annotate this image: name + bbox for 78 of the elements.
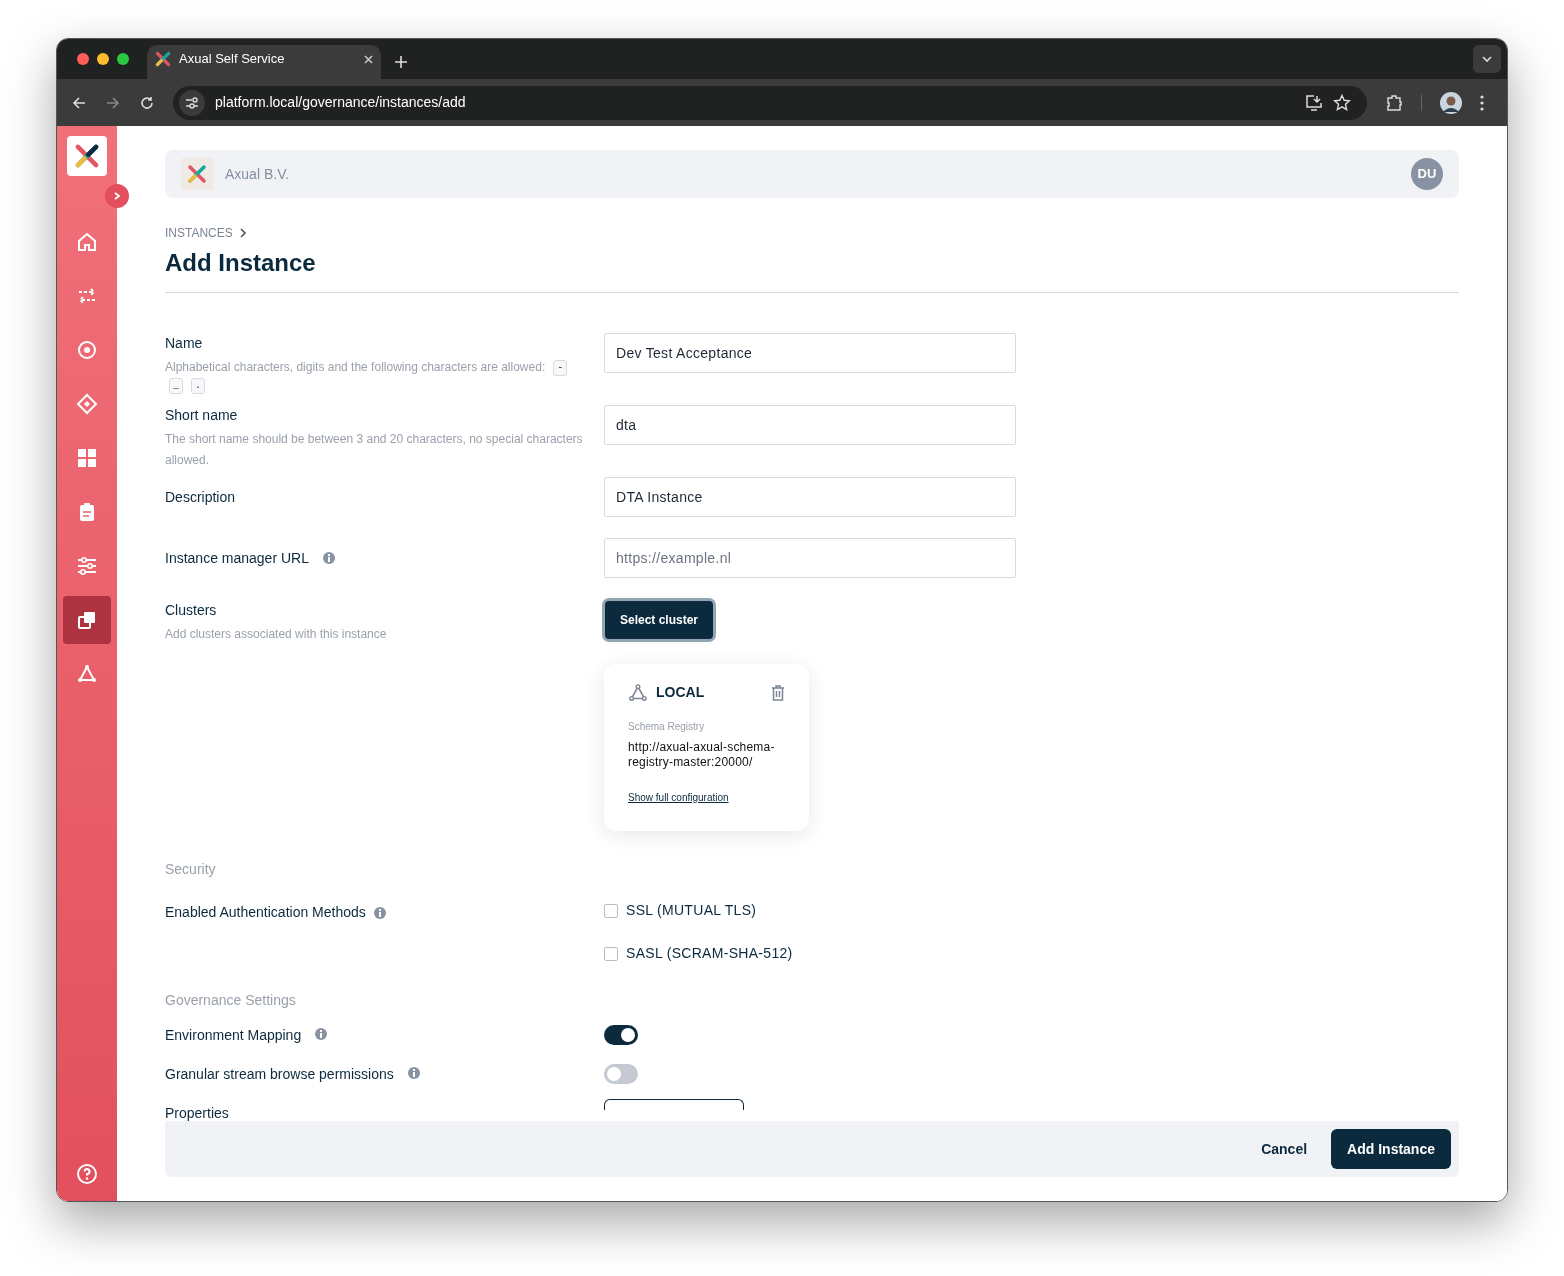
field-label: Description (165, 487, 236, 507)
maximize-window-icon[interactable] (117, 53, 129, 65)
show-configuration-link[interactable]: Show full configuration (628, 790, 729, 805)
organization-logo (181, 158, 213, 190)
address-bar[interactable]: platform.local/governance/instances/add (173, 85, 1367, 120)
field-label: Properties (165, 1105, 230, 1121)
site-settings-icon[interactable] (179, 89, 205, 116)
sidebar-item[interactable] (63, 596, 111, 644)
section-title: Security (165, 860, 217, 879)
target-icon (76, 339, 98, 361)
delete-icon[interactable] (771, 684, 785, 701)
input-field[interactable]: https://example.nl (604, 538, 1016, 578)
toggle-switch[interactable] (604, 1064, 638, 1084)
tab-title: Axual Self Service (179, 50, 286, 69)
close-window-icon[interactable] (77, 53, 89, 65)
expand-sidebar-button[interactable] (105, 184, 129, 208)
info-icon[interactable] (373, 906, 386, 919)
character-chip: . (191, 378, 206, 394)
url-text: platform.local/governance/instances/add (215, 93, 467, 112)
registry-label: Schema Registry (628, 720, 706, 734)
diamond-icon (76, 393, 98, 415)
toggle-switch[interactable] (604, 1025, 638, 1045)
character-chip: - (553, 359, 568, 376)
auth-method-option[interactable]: SASL (SCRAM-SHA-512) (604, 943, 793, 964)
close-tab-icon[interactable] (364, 54, 373, 64)
registry-url: http://axual-axual-schema-registry-master:20000/ (628, 740, 776, 770)
bookmark-star-icon[interactable] (1333, 93, 1351, 112)
select-cluster-button[interactable]: Select cluster (602, 598, 717, 642)
extensions-icon[interactable] (1385, 93, 1403, 112)
section-title: Governance Settings (165, 991, 297, 1010)
breadcrumb-link[interactable]: INSTANCES (165, 224, 233, 242)
new-tab-icon[interactable] (395, 56, 407, 68)
more-menu-icon[interactable] (1480, 94, 1484, 111)
help-icon[interactable] (76, 1163, 98, 1185)
network-triangle-icon (76, 663, 98, 685)
install-icon[interactable] (1305, 93, 1323, 112)
logo-icon (155, 51, 171, 67)
reload-icon[interactable] (139, 94, 155, 111)
copy-icon (76, 609, 98, 631)
cancel-button[interactable]: Cancel (1261, 1138, 1308, 1160)
chevron-right-icon (112, 191, 122, 201)
character-chip: _ (169, 378, 183, 394)
network-triangle-icon (628, 682, 648, 703)
minimize-window-icon[interactable] (97, 53, 109, 65)
field-label: Short name (165, 406, 238, 425)
field-label: Environment Mapping (165, 1026, 302, 1045)
field-hint: Alphabetical characters, digits and the following characters are allowed: (165, 359, 546, 376)
checkbox[interactable] (604, 903, 618, 918)
auth-method-option[interactable]: SSL (MUTUAL TLS) (604, 900, 757, 921)
sliders-icon (76, 555, 98, 577)
field-hint: Add clusters associated with this instance (165, 626, 388, 643)
tab-list-icon[interactable] (1473, 45, 1501, 73)
input-field[interactable]: dta (604, 405, 1016, 445)
field-label: Granular stream browse permissions (165, 1065, 394, 1084)
info-icon[interactable] (407, 1066, 420, 1079)
add-instance-button[interactable]: Add Instance (1331, 1129, 1451, 1169)
home-icon (76, 231, 98, 253)
cluster-name: LOCAL (656, 683, 706, 702)
back-icon[interactable] (71, 94, 87, 111)
add-property-button[interactable] (604, 1099, 744, 1110)
chevron-right-icon (238, 228, 247, 238)
input-field[interactable]: Dev Test Acceptance (604, 333, 1016, 373)
profile-avatar[interactable] (1440, 91, 1462, 114)
field-label: Clusters (165, 601, 218, 620)
browser-tab[interactable]: Axual Self Service (147, 45, 381, 79)
field-hint: The short name should be between 3 and 20 characters, no special characters allowed. (165, 431, 584, 469)
input-field[interactable]: DTA Instance (604, 477, 1016, 517)
forward-icon[interactable] (105, 94, 121, 111)
checkbox[interactable] (604, 946, 618, 961)
grid-icon (76, 447, 98, 469)
info-icon[interactable] (322, 552, 335, 564)
info-icon[interactable] (315, 1027, 328, 1040)
organization-name: Axual B.V. (225, 164, 291, 184)
field-label: Name (165, 334, 203, 353)
page-title: Add Instance (165, 248, 1459, 293)
field-label: Enabled Authentication Methods (165, 903, 366, 922)
app-logo[interactable] (67, 136, 107, 176)
field-label: Instance manager URL (165, 548, 309, 568)
